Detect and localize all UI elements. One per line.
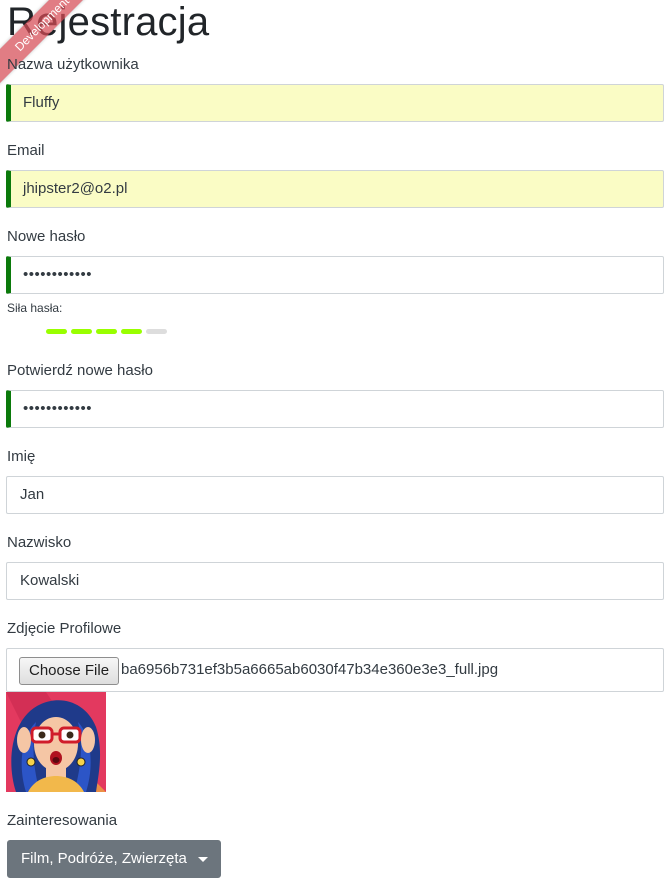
interests-selected: Film, Podróże, Zwierzęta <box>21 850 187 867</box>
interests-dropdown-button[interactable]: Film, Podróże, Zwierzęta <box>7 840 221 878</box>
choose-file-button[interactable]: Choose File <box>19 657 120 685</box>
new-password-value: •••••••••••• <box>23 266 93 283</box>
first-name-value: Jan <box>20 486 45 503</box>
confirm-password-value: •••••••••••• <box>23 400 93 417</box>
profile-photo-file-input[interactable]: Choose File ba6956b731ef3b5a6665ab6030f4… <box>6 648 664 692</box>
last-name-value: Kowalski <box>20 572 80 589</box>
profile-photo-preview <box>6 692 106 792</box>
password-strength-segment <box>96 329 117 334</box>
last-name-label: Nazwisko <box>7 534 72 551</box>
profile-photo-image <box>6 692 106 792</box>
username-input[interactable]: Fluffy <box>6 84 664 122</box>
password-strength-segment <box>121 329 142 334</box>
username-value: Fluffy <box>23 94 60 111</box>
email-input[interactable]: jhipster2@o2.pl <box>6 170 664 208</box>
username-label: Nazwa użytkownika <box>7 56 139 73</box>
profile-photo-label: Zdjęcie Profilowe <box>7 620 122 637</box>
password-strength-segment <box>46 329 67 334</box>
page-title: Rejestracja <box>7 0 210 44</box>
last-name-input[interactable]: Kowalski <box>6 562 664 600</box>
email-label: Email <box>7 142 45 159</box>
new-password-input[interactable]: •••••••••••• <box>6 256 664 294</box>
password-strength-segment <box>71 329 92 334</box>
confirm-password-label: Potwierdź nowe hasło <box>7 362 153 379</box>
email-value: jhipster2@o2.pl <box>23 180 128 197</box>
new-password-label: Nowe hasło <box>7 228 86 245</box>
confirm-password-input[interactable]: •••••••••••• <box>6 390 664 428</box>
first-name-label: Imię <box>7 448 36 465</box>
password-strength-label: Siła hasła: <box>7 301 63 315</box>
first-name-input[interactable]: Jan <box>6 476 664 514</box>
password-strength-segment <box>146 329 167 334</box>
registration-page: Rejestracja Development Nazwa użytkownik… <box>0 0 671 885</box>
caret-down-icon <box>198 857 208 862</box>
selected-file-name: ba6956b731ef3b5a6665ab6030f47b34e360e3e3… <box>121 661 499 678</box>
interests-label: Zainteresowania <box>7 812 118 829</box>
